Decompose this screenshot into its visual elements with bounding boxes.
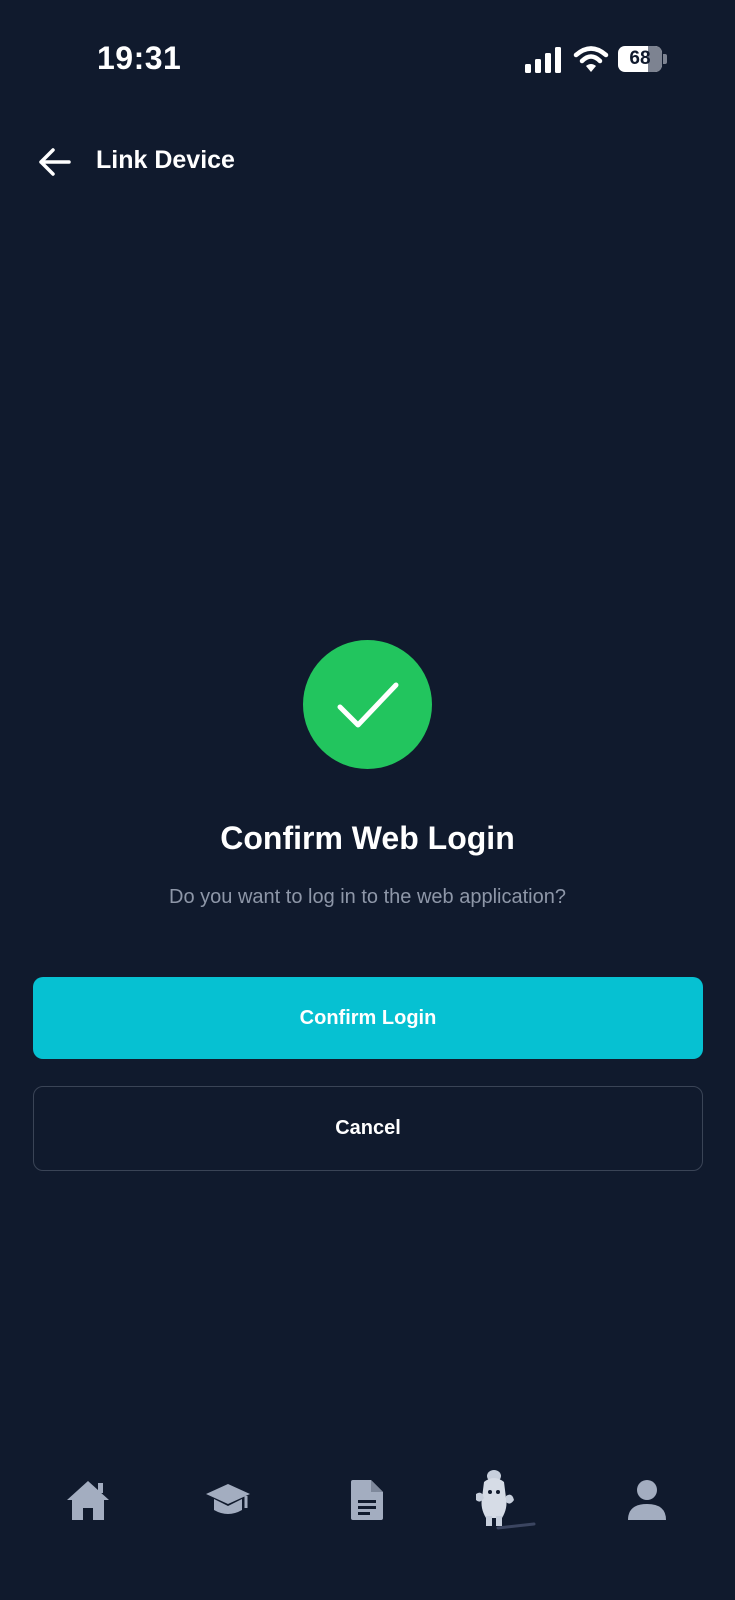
nav-item-assistant[interactable] — [460, 1460, 540, 1540]
document-icon — [351, 1480, 383, 1520]
battery-level: 68 — [629, 48, 651, 69]
checkmark-icon — [337, 682, 398, 727]
arrow-left-icon — [39, 148, 71, 176]
back-button[interactable] — [30, 140, 78, 184]
dialog-subtitle: Do you want to log in to the web applica… — [169, 886, 566, 908]
cancel-button[interactable]: Cancel — [33, 1086, 703, 1171]
success-badge — [303, 640, 432, 769]
battery-cap — [663, 54, 667, 64]
confirm-login-button[interactable]: Confirm Login — [33, 977, 703, 1059]
battery-icon: 68 — [618, 46, 667, 72]
nav-item-documents[interactable] — [327, 1460, 407, 1540]
status-time: 19:31 — [97, 40, 182, 76]
nav-item-home[interactable] — [48, 1460, 128, 1540]
nav-item-learn[interactable] — [188, 1460, 268, 1540]
home-icon — [67, 1481, 109, 1520]
profile-icon — [628, 1480, 666, 1520]
page-title: Link Device — [96, 146, 235, 174]
wifi-icon — [573, 46, 609, 72]
signal-icon — [525, 47, 561, 73]
app-header: Link Device — [0, 130, 735, 194]
nav-item-profile[interactable] — [607, 1460, 687, 1540]
bottom-nav — [0, 1460, 735, 1540]
graduation-cap-icon — [206, 1484, 250, 1514]
mascot-icon — [476, 1470, 536, 1530]
screen: 19:31 68 Link Device Confirm Web Login D… — [0, 0, 735, 1600]
status-bar: 19:31 68 — [0, 0, 735, 120]
dialog-title: Confirm Web Login — [220, 820, 515, 856]
